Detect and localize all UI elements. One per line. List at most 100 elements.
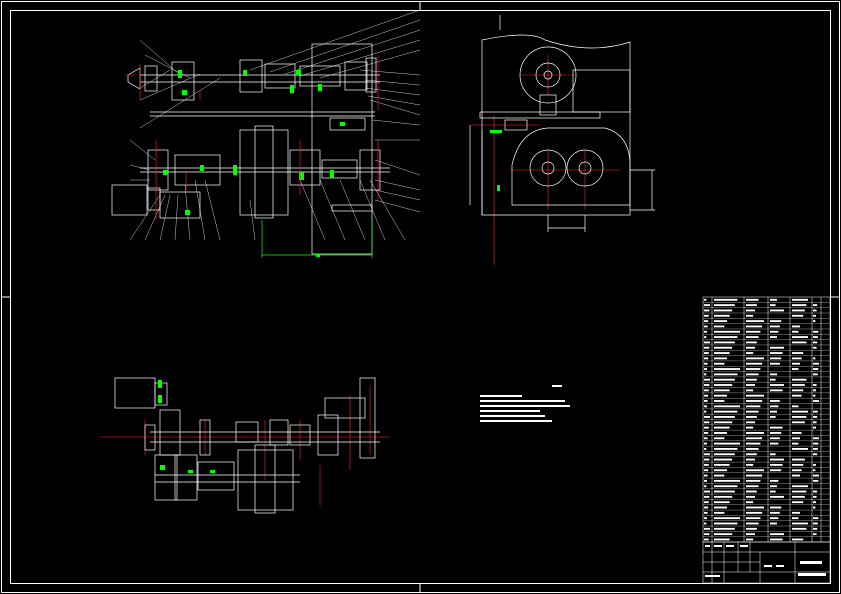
bom-cell-glyph	[714, 522, 738, 525]
bom-cell-glyph	[704, 336, 707, 339]
bom-cell-glyph	[746, 309, 755, 312]
bom-cell-glyph	[813, 368, 819, 370]
bom-cell-glyph	[714, 309, 733, 312]
bom-cell-glyph	[714, 405, 740, 408]
bom-cell-glyph	[746, 325, 763, 328]
bom-cell-glyph	[704, 506, 709, 509]
bom-cell-glyph	[746, 357, 764, 360]
bom-cell-glyph	[746, 463, 754, 466]
bom-cell-glyph	[792, 384, 805, 386]
bom-cell-glyph	[813, 474, 819, 477]
bom-cell-glyph	[714, 394, 727, 397]
bom-cell-glyph	[813, 304, 818, 307]
bom-cell-glyph	[813, 527, 818, 530]
bom-cell-glyph	[792, 394, 802, 397]
bom-cell-glyph	[770, 490, 776, 493]
bom-cell-glyph	[704, 352, 709, 354]
top-right-side-view	[469, 15, 655, 232]
bom-cell-glyph	[704, 309, 710, 312]
bom-cell-glyph	[792, 469, 802, 472]
bom-cell-glyph	[792, 458, 805, 461]
bom-cell-glyph	[704, 479, 707, 482]
bom-cell-glyph	[714, 501, 730, 504]
bom-cell-glyph	[704, 469, 709, 472]
bom-cell-glyph	[714, 517, 740, 520]
bom-cell-glyph	[770, 485, 777, 488]
bom-cell-glyph	[813, 453, 818, 456]
bom-cell-glyph	[714, 298, 738, 301]
bom-cell-glyph	[770, 384, 784, 386]
bom-cell-glyph	[746, 426, 754, 429]
bom-cell-glyph	[714, 384, 733, 386]
bom-cell-glyph	[704, 437, 708, 440]
bom-cell-glyph	[813, 336, 818, 339]
bom-cell-glyph	[704, 432, 709, 434]
bom-cell-glyph	[704, 304, 710, 307]
bom-cell-glyph	[714, 320, 727, 323]
bom-cell-glyph	[714, 421, 733, 424]
bom-cell-glyph	[813, 416, 818, 418]
bom-cell-glyph	[792, 416, 807, 418]
bom-cell-glyph	[770, 298, 777, 301]
bom-cell-glyph	[770, 479, 779, 482]
bom-cell-glyph	[770, 442, 779, 445]
bom-cell-glyph	[704, 501, 709, 504]
bom-cell-glyph	[746, 400, 763, 402]
bom-cell-glyph	[746, 485, 759, 488]
bom-cell-glyph	[792, 527, 807, 530]
bom-cell-glyph	[746, 389, 754, 392]
bom-cell-glyph	[714, 453, 735, 456]
bom-cell-glyph	[714, 485, 738, 488]
bom-cell-glyph	[746, 432, 764, 434]
bom-cell-glyph	[714, 426, 730, 429]
bom-cell-glyph	[704, 384, 710, 386]
bom-cell-glyph	[714, 447, 738, 450]
bom-cell-glyph	[792, 330, 799, 333]
bom-cell-glyph	[813, 389, 816, 392]
bom-cell-glyph	[704, 325, 708, 328]
bom-cell-glyph	[704, 330, 707, 333]
bom-cell-glyph	[704, 416, 710, 418]
bom-cell-glyph	[746, 453, 757, 456]
bom-cell-glyph	[813, 309, 817, 312]
leader-lines-top-left	[129, 9, 421, 241]
technical-notes	[480, 385, 570, 422]
bom-cell-glyph	[704, 538, 709, 541]
bom-cell-glyph	[746, 394, 764, 397]
bom-cell-glyph	[813, 346, 817, 349]
bom-cell-glyph	[770, 522, 777, 525]
bom-cell-glyph	[704, 527, 710, 530]
bom-cell-glyph	[813, 341, 818, 344]
bom-cell-glyph	[714, 538, 730, 541]
bom-cell-glyph	[704, 400, 708, 402]
bom-cell-glyph	[792, 410, 808, 413]
bom-cell-glyph	[770, 352, 783, 354]
bom-cell-glyph	[714, 346, 733, 349]
bom-cell-glyph	[704, 405, 707, 408]
bom-cell-glyph	[813, 314, 816, 317]
bom-cell-glyph	[770, 320, 782, 323]
bom-cell-glyph	[704, 368, 707, 370]
bom-cell-glyph	[792, 495, 805, 498]
bom-cell-glyph	[704, 320, 709, 323]
bom-cell-glyph	[792, 309, 805, 312]
bom-cell-glyph	[813, 522, 818, 525]
bom-cell-glyph	[746, 437, 763, 440]
bom-cell-glyph	[714, 362, 725, 365]
bom-cell-glyph	[770, 437, 780, 440]
bom-cell-glyph	[770, 410, 777, 413]
bom-cell-glyph	[746, 368, 761, 370]
bom-cell-glyph	[770, 362, 780, 365]
bom-cell-glyph	[746, 373, 759, 376]
bom-cell-glyph	[714, 495, 733, 498]
bom-cell-glyph	[770, 458, 784, 461]
bom-cell-glyph	[792, 304, 807, 307]
bom-cell-glyph	[704, 394, 709, 397]
bom-cell-glyph	[746, 378, 757, 381]
bom-cell-glyph	[704, 495, 710, 498]
bom-cell-glyph	[714, 341, 735, 344]
bom-cell-glyph	[746, 527, 757, 530]
bom-cell-glyph	[746, 533, 755, 536]
bom-cell-glyph	[714, 378, 735, 381]
bom-cell-glyph	[746, 495, 755, 498]
